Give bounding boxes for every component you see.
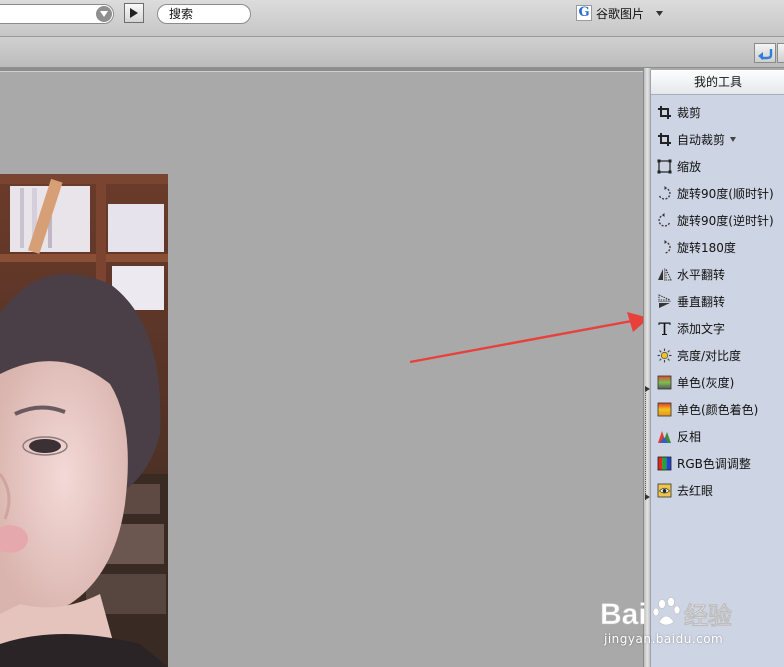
add-text-icon — [658, 322, 671, 335]
tool-label: 旋转90度(顺时针) — [677, 187, 774, 201]
tool-label: 缩放 — [677, 160, 702, 174]
tool-label: 反相 — [677, 430, 702, 444]
search-input[interactable]: 搜索 — [157, 4, 251, 24]
rgb-adjust-icon — [657, 456, 672, 471]
resize-icon — [657, 159, 672, 174]
flip-horizontal-icon — [658, 268, 672, 281]
watermark-url: jingyan.baidu.com — [604, 632, 724, 646]
flip-vertical-icon — [658, 294, 671, 308]
tool-invert[interactable]: 反相 — [651, 423, 784, 450]
annotation-arrow — [409, 312, 649, 364]
undo-arrow-icon — [758, 49, 773, 60]
red-eye-icon — [657, 483, 672, 498]
tool-label: 单色(颜色着色) — [677, 403, 759, 417]
tool-rotate-ccw[interactable]: 旋转90度(逆时针) — [651, 207, 784, 234]
tool-list: 裁剪 自动裁剪 缩放 旋转90度(顺时针) 旋转90度(逆时针) 旋转180度 … — [651, 95, 784, 504]
tool-label: 水平翻转 — [677, 268, 726, 282]
top-toolbar: 搜索 G 谷歌图片 — [0, 0, 784, 37]
brightness-icon — [657, 348, 672, 363]
address-dropdown-button[interactable] — [96, 6, 112, 22]
tool-crop[interactable]: 裁剪 — [651, 99, 784, 126]
tool-label: 垂直翻转 — [677, 295, 726, 309]
grayscale-icon — [657, 375, 672, 390]
tool-resize[interactable]: 缩放 — [651, 153, 784, 180]
secondary-toolbar — [0, 37, 784, 68]
rotate-180-icon — [664, 240, 671, 254]
baidu-jingyan-watermark: Bai 经验 jingyan.baidu.com — [598, 590, 748, 662]
tool-rotate-180[interactable]: 旋转180度 — [651, 234, 784, 261]
caret-down-icon[interactable] — [730, 137, 737, 142]
tool-auto-crop[interactable]: 自动裁剪 — [651, 126, 784, 153]
chevron-down-icon — [100, 11, 108, 17]
go-button[interactable] — [124, 3, 144, 23]
baidu-logo: Bai 经验 — [600, 597, 732, 631]
colorize-icon — [657, 402, 672, 417]
svg-text:经验: 经验 — [684, 602, 732, 630]
tool-label: 旋转180度 — [677, 241, 736, 255]
tool-label: 添加文字 — [677, 322, 726, 336]
google-images-label: 谷歌图片 — [596, 6, 645, 21]
tool-add-text[interactable]: 添加文字 — [651, 315, 784, 342]
google-logo-icon: G — [576, 5, 592, 21]
more-button[interactable] — [777, 43, 784, 63]
tool-grayscale[interactable]: 单色(灰度) — [651, 369, 784, 396]
edited-photo — [0, 174, 168, 667]
tool-label: RGB色调调整 — [677, 457, 751, 471]
tool-flip-horizontal[interactable]: 水平翻转 — [651, 261, 784, 288]
undo-button[interactable] — [754, 43, 776, 63]
caret-down-icon — [656, 10, 664, 16]
tool-colorize[interactable]: 单色(颜色着色) — [651, 396, 784, 423]
tool-label: 亮度/对比度 — [677, 349, 742, 363]
tool-label: 旋转90度(逆时针) — [677, 214, 774, 228]
invert-icon — [658, 431, 671, 443]
rotate-cw-icon — [658, 186, 671, 200]
tool-brightness[interactable]: 亮度/对比度 — [651, 342, 784, 369]
search-label: 搜索 — [169, 7, 194, 21]
tool-label: 自动裁剪 — [677, 133, 726, 147]
auto-crop-icon — [658, 133, 671, 146]
svg-text:Bai: Bai — [600, 598, 647, 631]
rotate-ccw-icon — [658, 213, 671, 227]
tool-label: 去红眼 — [677, 484, 714, 498]
tool-rgb-adjust[interactable]: RGB色调调整 — [651, 450, 784, 477]
google-images-menu[interactable]: G 谷歌图片 — [576, 4, 664, 22]
play-arrow-icon — [130, 8, 138, 18]
tool-rotate-cw[interactable]: 旋转90度(顺时针) — [651, 180, 784, 207]
panel-title: 我的工具 — [651, 70, 784, 95]
tool-label: 单色(灰度) — [677, 376, 735, 390]
tool-label: 裁剪 — [677, 106, 702, 120]
tool-flip-vertical[interactable]: 垂直翻转 — [651, 288, 784, 315]
image-canvas[interactable] — [0, 72, 649, 667]
crop-icon — [658, 106, 671, 119]
tool-red-eye[interactable]: 去红眼 — [651, 477, 784, 504]
tools-panel: 我的工具 裁剪 自动裁剪 缩放 旋转90度(顺时针) 旋转90度(逆时针) 旋转… — [650, 70, 784, 667]
